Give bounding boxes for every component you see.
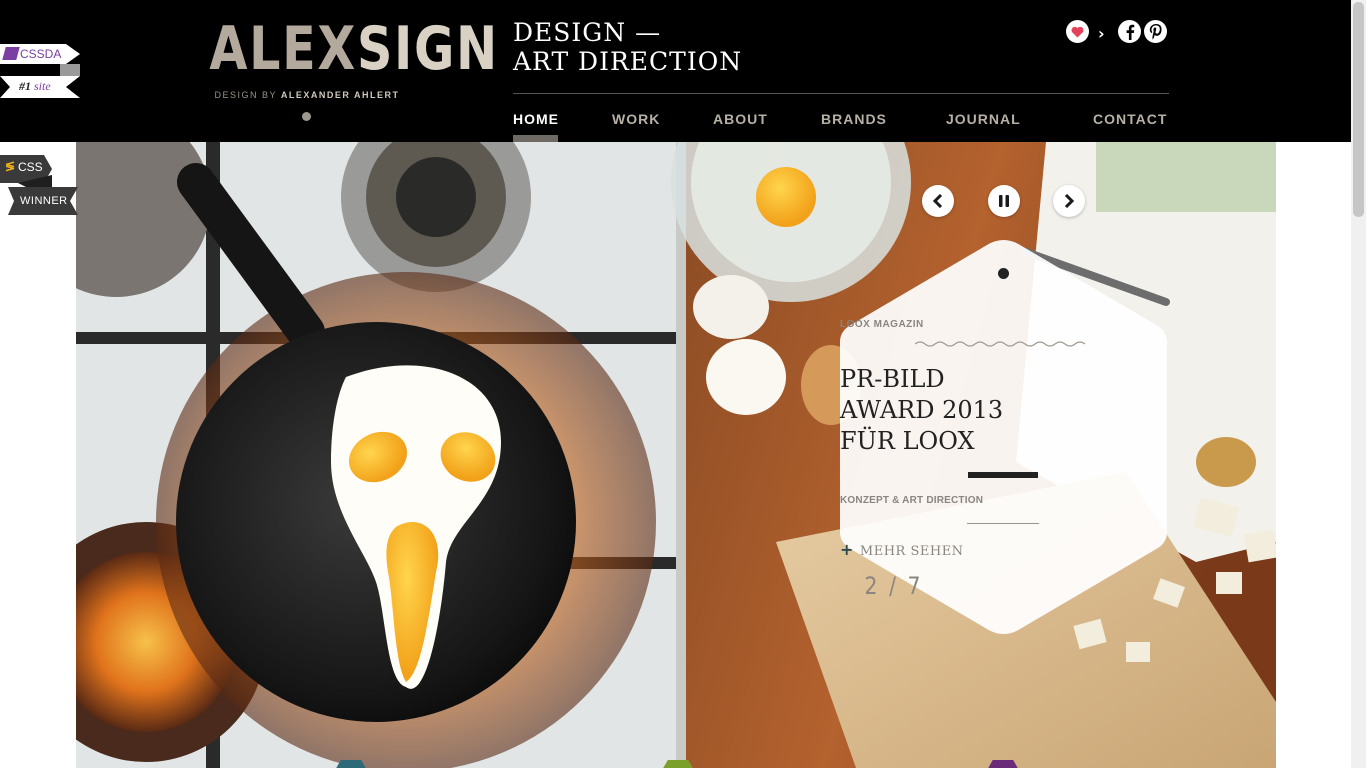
nav-active-indicator	[513, 135, 558, 142]
nav-journal[interactable]: JOURNAL	[946, 111, 1021, 127]
slider-next-button[interactable]	[1053, 185, 1085, 217]
logo-word-alex: ALEX	[209, 14, 357, 84]
slide-title: PR-BILD AWARD 2013 FÜR LOOX	[840, 364, 1167, 457]
logo-tagline: DESIGN BY ALEXANDER AHLERT	[188, 90, 426, 100]
slider-pause-button[interactable]	[988, 185, 1020, 217]
cssda-label: CSSDA	[20, 47, 62, 61]
slide-title-line-1: PR-BILD	[840, 365, 945, 393]
logo-word-sign: SIGN	[356, 14, 499, 84]
slide-counter: 2 / 7	[864, 572, 924, 600]
slide-info-card: LOOX MAGAZIN PR-BILD AWARD 2013 FÜR LOOX…	[840, 238, 1167, 636]
cssda-badge[interactable]: CSSDA #1 site	[0, 44, 82, 98]
winner-label: WINNER	[20, 195, 68, 207]
main-nav: HOME WORK ABOUT BRANDS JOURNAL CONTACT	[513, 111, 1169, 142]
site-tagline: DESIGN — ART DIRECTION	[513, 18, 742, 76]
slide-title-line-2: AWARD 2013	[840, 396, 1004, 424]
card-dot	[998, 268, 1009, 279]
slide-divider	[967, 523, 1039, 524]
next-icon	[1064, 194, 1075, 208]
css-label: CSS	[18, 160, 43, 174]
plus-icon: +	[840, 540, 854, 559]
chevron-right-icon: ›	[1098, 24, 1105, 43]
prev-icon	[932, 194, 943, 208]
slide-kicker: LOOX MAGAZIN	[840, 319, 924, 330]
nav-about[interactable]: ABOUT	[713, 111, 768, 127]
site-logo[interactable]: ALEXSIGN DESIGN BY ALEXANDER AHLERT	[188, 19, 497, 121]
more-link-label: MEHR SEHEN	[859, 544, 964, 559]
logo-dot	[302, 112, 311, 121]
pinterest-icon[interactable]	[1144, 20, 1167, 43]
nav-home[interactable]: HOME	[513, 111, 559, 127]
css-winner-badge[interactable]: ≶ CSS WINNER	[0, 155, 78, 215]
cssda-rank-number: #1	[19, 79, 31, 93]
logo-wordmark: ALEXSIGN	[209, 19, 497, 79]
tagline-line-2: ART DIRECTION	[513, 47, 743, 76]
heart-icon[interactable]	[1066, 20, 1089, 43]
slide-title-underline	[968, 472, 1038, 478]
header-divider	[513, 93, 1169, 94]
slide-subtitle: KONZEPT & ART DIRECTION	[840, 495, 984, 506]
logo-sub-name: ALEXANDER AHLERT	[280, 90, 400, 100]
cssda-rank-suffix: site	[34, 79, 51, 93]
pause-icon	[999, 195, 1009, 207]
nav-contact[interactable]: CONTACT	[1093, 111, 1167, 127]
site-header: ALEXSIGN DESIGN BY ALEXANDER AHLERT DESI…	[0, 0, 1351, 142]
more-link[interactable]: + MEHR SEHEN	[840, 540, 1167, 559]
facebook-icon[interactable]	[1118, 20, 1141, 43]
nav-brands[interactable]: BRANDS	[821, 111, 887, 127]
logo-sub-prefix: DESIGN BY	[214, 90, 277, 100]
social-icons: ›	[1066, 20, 1176, 44]
scrollbar-thumb[interactable]	[1353, 2, 1364, 217]
slider-prev-button[interactable]	[922, 185, 954, 217]
cssda-rank: #1 site	[19, 79, 51, 94]
page-scrollbar[interactable]	[1351, 0, 1366, 768]
slide-title-line-3: FÜR LOOX	[840, 427, 975, 455]
nav-work[interactable]: WORK	[612, 111, 660, 127]
css-winner-logo-icon: ≶	[5, 159, 16, 173]
tagline-line-1: DESIGN —	[513, 18, 662, 47]
